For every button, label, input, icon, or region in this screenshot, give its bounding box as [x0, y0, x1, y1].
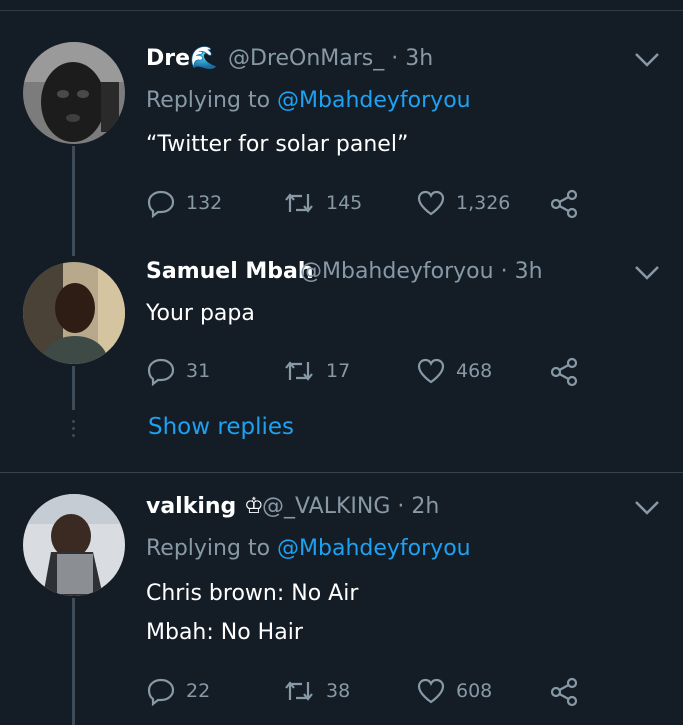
share-icon[interactable]	[549, 677, 579, 707]
reply-button[interactable]: 31	[146, 356, 210, 386]
share-icon[interactable]	[549, 189, 579, 219]
tweet-text: Your papa	[146, 301, 255, 326]
replying-to: Replying to @Mbahdeyforyou	[146, 536, 471, 561]
like-button[interactable]: 1,326	[416, 188, 510, 218]
tweet-text-line-2: Mbah: No Hair	[146, 620, 303, 645]
like-button[interactable]: 608	[416, 676, 492, 706]
mention-link[interactable]: @Mbahdeyforyou	[277, 88, 471, 113]
top-divider	[0, 10, 683, 11]
reply-button[interactable]: 132	[146, 188, 222, 218]
display-name[interactable]: Dre🌊	[146, 46, 217, 71]
retweet-button[interactable]: 145	[282, 188, 362, 218]
timestamp[interactable]: 3h	[515, 259, 543, 284]
display-name[interactable]: Samuel Mbah	[146, 259, 314, 284]
display-name[interactable]: valking ♔	[146, 494, 264, 519]
thread-dots	[72, 420, 75, 441]
replying-to: Replying to @Mbahdeyforyou	[146, 88, 471, 113]
tweet-meta: @_VALKING · 2h	[262, 494, 440, 519]
like-icon	[417, 190, 445, 216]
thread-line	[72, 598, 75, 725]
tweet-divider	[0, 472, 683, 473]
retweet-button[interactable]: 38	[282, 676, 350, 706]
avatar-valking[interactable]	[23, 494, 125, 596]
avatar-samuel[interactable]	[23, 262, 125, 364]
like-icon	[417, 678, 445, 704]
reply-button[interactable]: 22	[146, 676, 210, 706]
timestamp[interactable]: 3h	[405, 46, 433, 71]
show-replies-link[interactable]: Show replies	[148, 414, 294, 440]
tweet-meta: @DreOnMars_ · 3h	[228, 46, 434, 71]
timestamp[interactable]: 2h	[411, 494, 439, 519]
avatar-dre[interactable]	[23, 42, 125, 144]
like-button[interactable]: 468	[416, 356, 492, 386]
tweet-meta: @Mbahdeyforyou · 3h	[300, 259, 543, 284]
reply-icon	[147, 358, 175, 386]
wave-icon: 🌊	[190, 46, 218, 71]
share-icon[interactable]	[549, 357, 579, 387]
tweet-text-line-1: Chris brown: No Air	[146, 581, 359, 606]
retweet-button[interactable]: 17	[282, 356, 350, 386]
crown-icon: ♔	[243, 494, 264, 519]
reply-icon	[147, 190, 175, 218]
retweet-icon	[285, 681, 313, 701]
tweet-text: “Twitter for solar panel”	[146, 132, 409, 157]
chevron-down-icon[interactable]	[634, 265, 660, 281]
retweet-icon	[285, 193, 313, 213]
mention-link[interactable]: @Mbahdeyforyou	[277, 536, 471, 561]
user-handle[interactable]: @Mbahdeyforyou	[300, 259, 494, 284]
like-icon	[417, 358, 445, 384]
retweet-icon	[285, 361, 313, 381]
user-handle[interactable]: @DreOnMars_	[228, 46, 384, 71]
user-handle[interactable]: @_VALKING	[262, 494, 390, 519]
chevron-down-icon[interactable]	[634, 500, 660, 516]
chevron-down-icon[interactable]	[634, 52, 660, 68]
thread-line	[72, 146, 75, 256]
reply-icon	[147, 678, 175, 706]
thread-line	[72, 366, 75, 410]
